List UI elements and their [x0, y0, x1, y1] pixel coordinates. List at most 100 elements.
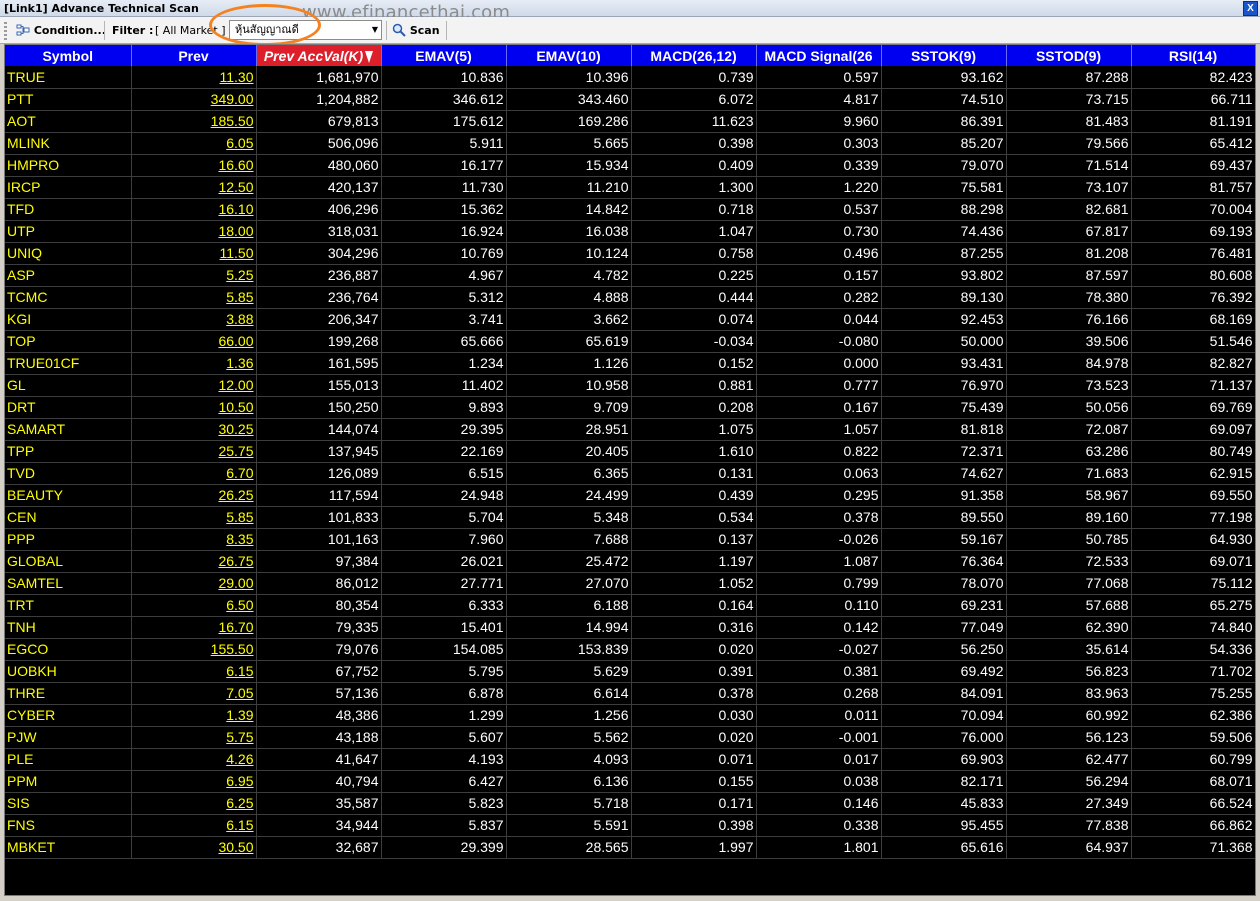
table-row[interactable]: TCMC 5.85 236,764 5.312 4.888 0.444 0.282 89.13…: [5, 286, 1255, 309]
chevron-down-icon[interactable]: ▼: [372, 21, 378, 39]
table-row[interactable]: MBKET 30.50 32,687 29.399 28.565 1.997 1.801 65…: [5, 836, 1255, 859]
table-row[interactable]: EGCO 155.50 79,076 154.085 153.839 0.020 -0.02…: [5, 638, 1255, 661]
table-row[interactable]: SAMART 30.25 144,074 29.395 28.951 1.075 1.057…: [5, 418, 1255, 441]
prev-price-link[interactable]: 11.30: [131, 66, 257, 89]
prev-price-link[interactable]: 6.15: [131, 814, 257, 837]
prev-price-link[interactable]: 4.26: [131, 748, 257, 771]
prev-price-link[interactable]: 1.36: [131, 352, 257, 375]
prev-price-link[interactable]: 66.00: [131, 330, 257, 353]
table-row[interactable]: UOBKH 6.15 67,752 5.795 5.629 0.391 0.381 69.49…: [5, 660, 1255, 683]
prev-price-link[interactable]: 6.05: [131, 132, 257, 155]
prev-price-link[interactable]: 30.25: [131, 418, 257, 441]
prev-price-link[interactable]: 3.88: [131, 308, 257, 331]
signal-combo[interactable]: หุ้นสัญญาณดี ▼: [229, 20, 382, 40]
table-row[interactable]: AOT 185.50 679,813 175.612 169.286 11.623 9.96…: [5, 110, 1255, 133]
table-row[interactable]: SAMTEL 29.00 86,012 27.771 27.070 1.052 0.799 7…: [5, 572, 1255, 595]
symbol-cell[interactable]: FNS: [5, 814, 132, 837]
table-row[interactable]: PJW 5.75 43,188 5.607 5.562 0.020 -0.001 76.000…: [5, 726, 1255, 749]
symbol-cell[interactable]: BEAUTY: [5, 484, 132, 507]
table-row[interactable]: PPM 6.95 40,794 6.427 6.136 0.155 0.038 82.171 5…: [5, 770, 1255, 793]
prev-price-link[interactable]: 5.85: [131, 506, 257, 529]
prev-price-link[interactable]: 10.50: [131, 396, 257, 419]
column-header[interactable]: RSI(14): [1131, 45, 1255, 66]
symbol-cell[interactable]: THRE: [5, 682, 132, 705]
symbol-cell[interactable]: TOP: [5, 330, 132, 353]
prev-price-link[interactable]: 185.50: [131, 110, 257, 133]
prev-price-link[interactable]: 8.35: [131, 528, 257, 551]
prev-price-link[interactable]: 18.00: [131, 220, 257, 243]
symbol-cell[interactable]: DRT: [5, 396, 132, 419]
column-header[interactable]: EMAV(10): [506, 45, 632, 66]
symbol-cell[interactable]: SAMART: [5, 418, 132, 441]
symbol-cell[interactable]: CEN: [5, 506, 132, 529]
toolbar-grip[interactable]: [4, 22, 7, 40]
close-button[interactable]: X: [1243, 1, 1258, 16]
prev-price-link[interactable]: 6.15: [131, 660, 257, 683]
symbol-cell[interactable]: HMPRO: [5, 154, 132, 177]
symbol-cell[interactable]: GL: [5, 374, 132, 397]
table-row[interactable]: TRUE 11.30 1,681,970 10.836 10.396 0.739 0.597…: [5, 66, 1255, 89]
prev-price-link[interactable]: 5.75: [131, 726, 257, 749]
prev-price-link[interactable]: 349.00: [131, 88, 257, 111]
symbol-cell[interactable]: PPM: [5, 770, 132, 793]
table-row[interactable]: SIS 6.25 35,587 5.823 5.718 0.171 0.146 45.833 2…: [5, 792, 1255, 815]
prev-price-link[interactable]: 6.25: [131, 792, 257, 815]
symbol-cell[interactable]: TRT: [5, 594, 132, 617]
symbol-cell[interactable]: CYBER: [5, 704, 132, 727]
column-header[interactable]: EMAV(5): [381, 45, 507, 66]
table-row[interactable]: GLOBAL 26.75 97,384 26.021 25.472 1.197 1.087 7…: [5, 550, 1255, 573]
table-row[interactable]: ASP 5.25 236,887 4.967 4.782 0.225 0.157 93.802…: [5, 264, 1255, 287]
prev-price-link[interactable]: 26.25: [131, 484, 257, 507]
symbol-cell[interactable]: UOBKH: [5, 660, 132, 683]
symbol-cell[interactable]: ASP: [5, 264, 132, 287]
prev-price-link[interactable]: 6.95: [131, 770, 257, 793]
symbol-cell[interactable]: SIS: [5, 792, 132, 815]
symbol-cell[interactable]: UNIQ: [5, 242, 132, 265]
table-row[interactable]: FNS 6.15 34,944 5.837 5.591 0.398 0.338 95.455 7…: [5, 814, 1255, 837]
symbol-cell[interactable]: TCMC: [5, 286, 132, 309]
condition-button[interactable]: Condition...: [16, 20, 106, 41]
table-row[interactable]: UTP 18.00 318,031 16.924 16.038 1.047 0.730 74.…: [5, 220, 1255, 243]
prev-price-link[interactable]: 6.50: [131, 594, 257, 617]
symbol-cell[interactable]: PLE: [5, 748, 132, 771]
prev-price-link[interactable]: 7.05: [131, 682, 257, 705]
table-row[interactable]: TRUE01CF 1.36 161,595 1.234 1.126 0.152 0.000 9…: [5, 352, 1255, 375]
table-row[interactable]: KGI 3.88 206,347 3.741 3.662 0.074 0.044 92.453…: [5, 308, 1255, 331]
column-header[interactable]: Prev: [131, 45, 257, 66]
symbol-cell[interactable]: TFD: [5, 198, 132, 221]
symbol-cell[interactable]: TRUE: [5, 66, 132, 89]
prev-price-link[interactable]: 12.00: [131, 374, 257, 397]
table-row[interactable]: TOP 66.00 199,268 65.666 65.619 -0.034 -0.080 5…: [5, 330, 1255, 353]
symbol-cell[interactable]: KGI: [5, 308, 132, 331]
column-header[interactable]: Symbol: [5, 45, 132, 66]
prev-price-link[interactable]: 30.50: [131, 836, 257, 859]
column-header[interactable]: SSTOD(9): [1006, 45, 1132, 66]
table-row[interactable]: TVD 6.70 126,089 6.515 6.365 0.131 0.063 74.627…: [5, 462, 1255, 485]
table-row[interactable]: CEN 5.85 101,833 5.704 5.348 0.534 0.378 89.550…: [5, 506, 1255, 529]
scan-results-grid[interactable]: Symbol Prev Prev AccVal(K) EMAV(5) EMAV(10) M…: [4, 44, 1256, 896]
prev-price-link[interactable]: 1.39: [131, 704, 257, 727]
column-header[interactable]: MACD Signal(26: [756, 45, 882, 66]
prev-price-link[interactable]: 5.25: [131, 264, 257, 287]
prev-price-link[interactable]: 16.10: [131, 198, 257, 221]
table-row[interactable]: PTT 349.00 1,204,882 346.612 343.460 6.072 4.8…: [5, 88, 1255, 111]
table-row[interactable]: CYBER 1.39 48,386 1.299 1.256 0.030 0.011 70.09…: [5, 704, 1255, 727]
table-row[interactable]: MLINK 6.05 506,096 5.911 5.665 0.398 0.303 85.2…: [5, 132, 1255, 155]
prev-price-link[interactable]: 12.50: [131, 176, 257, 199]
table-row[interactable]: TNH 16.70 79,335 15.401 14.994 0.316 0.142 77.0…: [5, 616, 1255, 639]
prev-price-link[interactable]: 11.50: [131, 242, 257, 265]
symbol-cell[interactable]: PTT: [5, 88, 132, 111]
symbol-cell[interactable]: GLOBAL: [5, 550, 132, 573]
table-row[interactable]: TPP 25.75 137,945 22.169 20.405 1.610 0.822 72.…: [5, 440, 1255, 463]
scan-button[interactable]: Scan: [392, 20, 440, 41]
prev-price-link[interactable]: 25.75: [131, 440, 257, 463]
table-row[interactable]: PLE 4.26 41,647 4.193 4.093 0.071 0.017 69.903 6…: [5, 748, 1255, 771]
symbol-cell[interactable]: MBKET: [5, 836, 132, 859]
prev-price-link[interactable]: 155.50: [131, 638, 257, 661]
table-row[interactable]: THRE 7.05 57,136 6.878 6.614 0.378 0.268 84.091…: [5, 682, 1255, 705]
table-row[interactable]: GL 12.00 155,013 11.402 10.958 0.881 0.777 76.9…: [5, 374, 1255, 397]
table-row[interactable]: TRT 6.50 80,354 6.333 6.188 0.164 0.110 69.231 5…: [5, 594, 1255, 617]
table-row[interactable]: IRCP 12.50 420,137 11.730 11.210 1.300 1.220 75…: [5, 176, 1255, 199]
table-row[interactable]: HMPRO 16.60 480,060 16.177 15.934 0.409 0.339 7…: [5, 154, 1255, 177]
symbol-cell[interactable]: AOT: [5, 110, 132, 133]
